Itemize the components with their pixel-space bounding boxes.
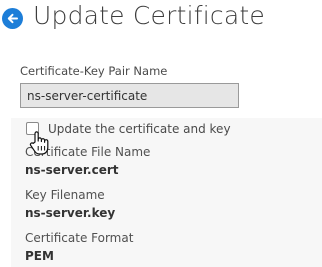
key-file-value: ns-server.key: [25, 206, 116, 220]
update-cert-checkbox-label[interactable]: Update the certificate and key: [48, 122, 231, 136]
back-arrow-icon: [7, 13, 18, 24]
cert-file-value: ns-server.cert: [25, 163, 119, 177]
cert-key-pair-label: Certificate-Key Pair Name: [20, 64, 168, 78]
key-file-label: Key Filename: [25, 188, 105, 202]
page-title: Update Certificate: [33, 1, 265, 30]
back-button[interactable]: [2, 8, 23, 29]
cert-key-pair-input[interactable]: [20, 83, 239, 108]
hand-pointer-icon: [29, 131, 49, 155]
cert-format-label: Certificate Format: [25, 231, 134, 245]
cert-format-value: PEM: [25, 249, 54, 263]
